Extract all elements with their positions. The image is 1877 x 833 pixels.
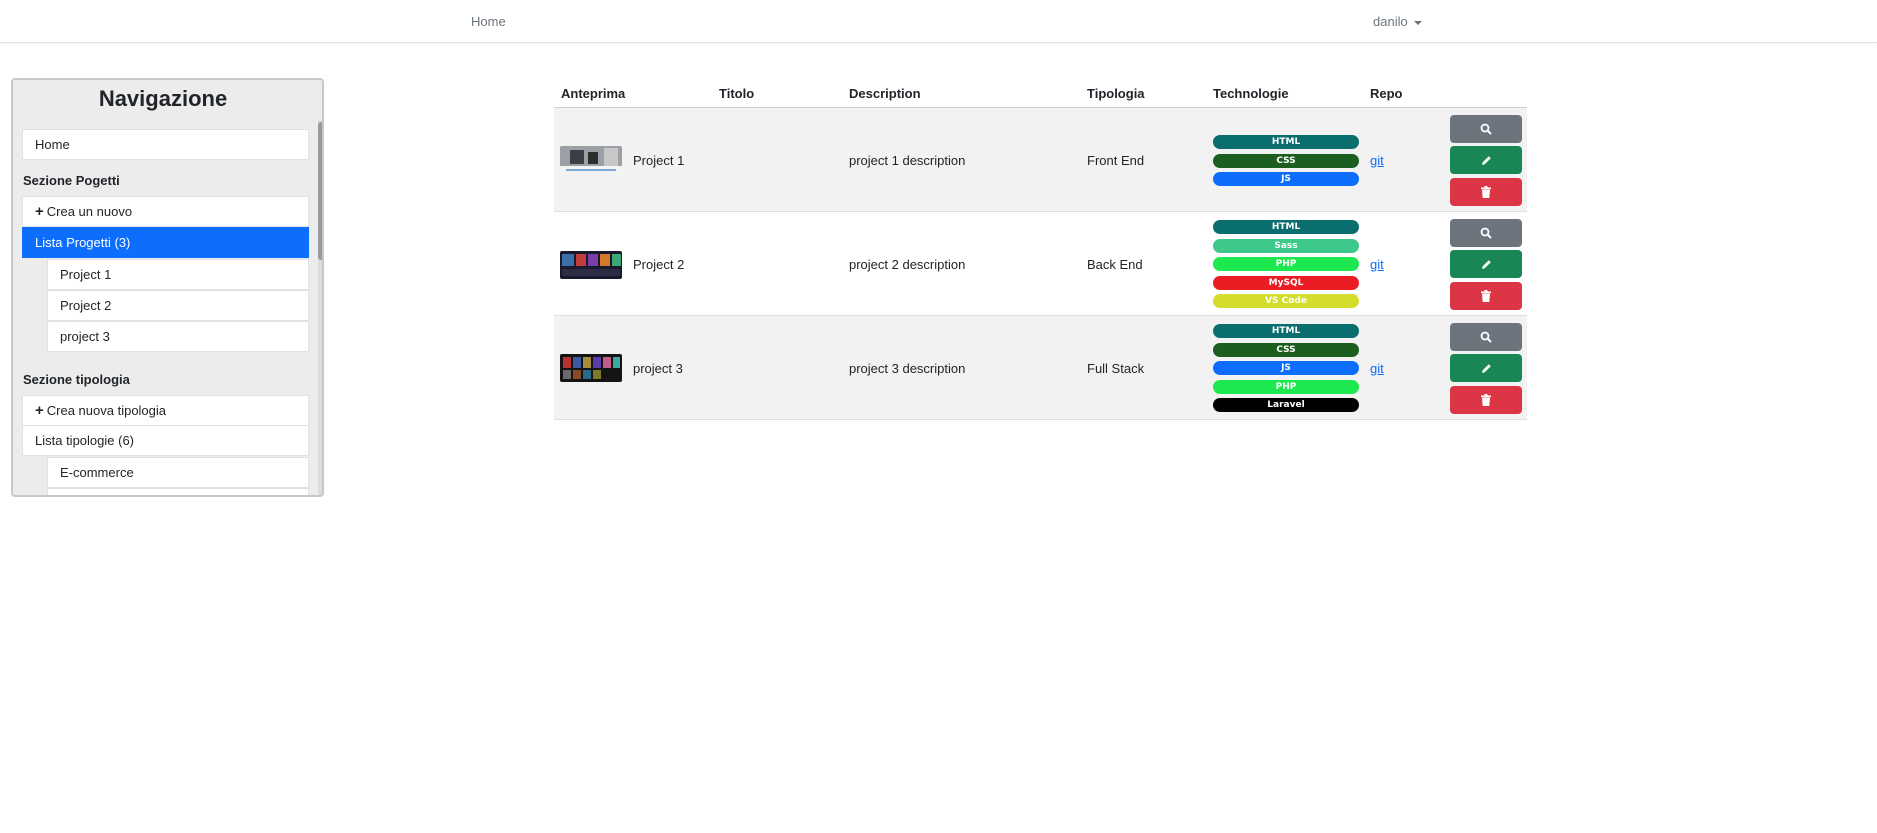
create-type-link[interactable]: + Crea nuova tipologia — [22, 395, 309, 426]
sidebar-scroll-thumb[interactable] — [318, 122, 322, 260]
plus-icon: + — [35, 203, 44, 220]
project-thumbnail — [560, 251, 622, 279]
sidebar-item-project[interactable]: Project 1 — [47, 259, 309, 290]
table-row: Project 1 project 1 description Front En… — [554, 108, 1527, 212]
edit-button[interactable] — [1450, 146, 1522, 174]
tech-badges: HTML CSS JS PHP Laravel — [1213, 324, 1359, 417]
trash-icon — [1481, 394, 1491, 406]
delete-button[interactable] — [1450, 282, 1522, 310]
column-header: Anteprima — [561, 86, 626, 101]
plus-icon: + — [35, 402, 44, 419]
user-name: danilo — [1373, 14, 1408, 29]
table-row: project 3 project 3 description Full Sta… — [554, 316, 1527, 420]
repo-link[interactable]: git — [1370, 153, 1384, 168]
project-title: Project 2 — [633, 257, 685, 272]
project-thumbnail — [560, 354, 622, 382]
trash-icon — [1481, 290, 1491, 302]
tech-badge: CSS — [1213, 342, 1359, 357]
tech-badge: JS — [1213, 172, 1359, 186]
sidebar-item-project[interactable]: Project 2 — [47, 290, 309, 321]
column-header: Technologie — [1213, 86, 1289, 101]
repo-link[interactable]: git — [1370, 257, 1384, 272]
tech-badge: CSS — [1213, 153, 1359, 168]
tech-badge: VS Code — [1213, 294, 1359, 308]
view-button[interactable] — [1450, 219, 1522, 247]
project-title: project 3 — [633, 361, 683, 376]
create-project-label: Crea un nuovo — [46, 204, 133, 219]
tech-badge: MySQL — [1213, 275, 1359, 290]
project-type: Front End — [1087, 153, 1145, 168]
sidebar-navigation: Navigazione Home Sezione Pogetti + Crea u… — [11, 78, 324, 497]
project-description: project 3 description — [849, 361, 966, 376]
search-icon — [1480, 227, 1492, 239]
tech-badge: HTML — [1213, 324, 1359, 338]
column-header: Description — [849, 86, 921, 101]
top-navbar: Home danilo — [0, 0, 1877, 43]
trash-icon — [1481, 186, 1491, 198]
project-type: Back End — [1087, 257, 1143, 272]
tech-badge: HTML — [1213, 135, 1359, 149]
view-button[interactable] — [1450, 323, 1522, 351]
repo-link[interactable]: git — [1370, 361, 1384, 376]
user-dropdown[interactable]: danilo — [1373, 14, 1422, 29]
sidebar-title: Navigazione — [98, 86, 228, 111]
project-thumbnail — [560, 146, 622, 174]
sidebar-item-home[interactable]: Home — [22, 129, 309, 160]
tech-badge: Sass — [1213, 238, 1359, 253]
project-list-link[interactable]: Lista Progetti (3) — [22, 227, 309, 258]
create-project-link[interactable]: + Crea un nuovo — [22, 196, 309, 227]
column-header: Titolo — [719, 86, 755, 101]
nav-home-link[interactable]: Home — [471, 14, 506, 29]
search-icon — [1480, 123, 1492, 135]
table-row: Project 2 project 2 description Back End… — [554, 212, 1527, 316]
delete-button[interactable] — [1450, 178, 1522, 206]
tech-badge: PHP — [1213, 257, 1359, 271]
column-header: Tipologia — [1087, 86, 1145, 101]
tech-badge: Laravel — [1213, 398, 1359, 412]
delete-button[interactable] — [1450, 386, 1522, 414]
edit-button[interactable] — [1450, 250, 1522, 278]
sidebar-item-project[interactable]: project 3 — [47, 321, 309, 352]
column-header: Repo — [1370, 86, 1403, 101]
caret-down-icon — [1413, 20, 1422, 25]
pencil-icon — [1481, 363, 1491, 373]
pencil-icon — [1481, 155, 1491, 165]
pencil-icon — [1481, 259, 1491, 269]
table-header: Anteprima Titolo Description Tipologia T… — [554, 78, 1527, 108]
search-icon — [1480, 331, 1492, 343]
edit-button[interactable] — [1450, 354, 1522, 382]
view-button[interactable] — [1450, 115, 1522, 143]
tech-badges: HTML CSS JS — [1213, 135, 1359, 191]
tech-badge: HTML — [1213, 220, 1359, 234]
project-title: Project 1 — [633, 153, 685, 168]
project-description: project 1 description — [849, 153, 966, 168]
tech-badges: HTML Sass PHP MySQL VS Code — [1213, 220, 1359, 313]
create-type-label: Crea nuova tipologia — [46, 403, 167, 418]
section-label-projects: Sezione Pogetti — [23, 173, 120, 188]
sidebar-item-type[interactable]: E-commerce — [47, 457, 309, 488]
project-description: project 2 description — [849, 257, 966, 272]
tech-badge: JS — [1213, 361, 1359, 375]
section-label-types: Sezione tipologia — [23, 372, 130, 387]
tech-badge: PHP — [1213, 379, 1359, 394]
type-list-link[interactable]: Lista tipologie (6) — [22, 425, 309, 456]
sidebar-item-type[interactable] — [47, 488, 309, 495]
project-type: Full Stack — [1087, 361, 1145, 376]
